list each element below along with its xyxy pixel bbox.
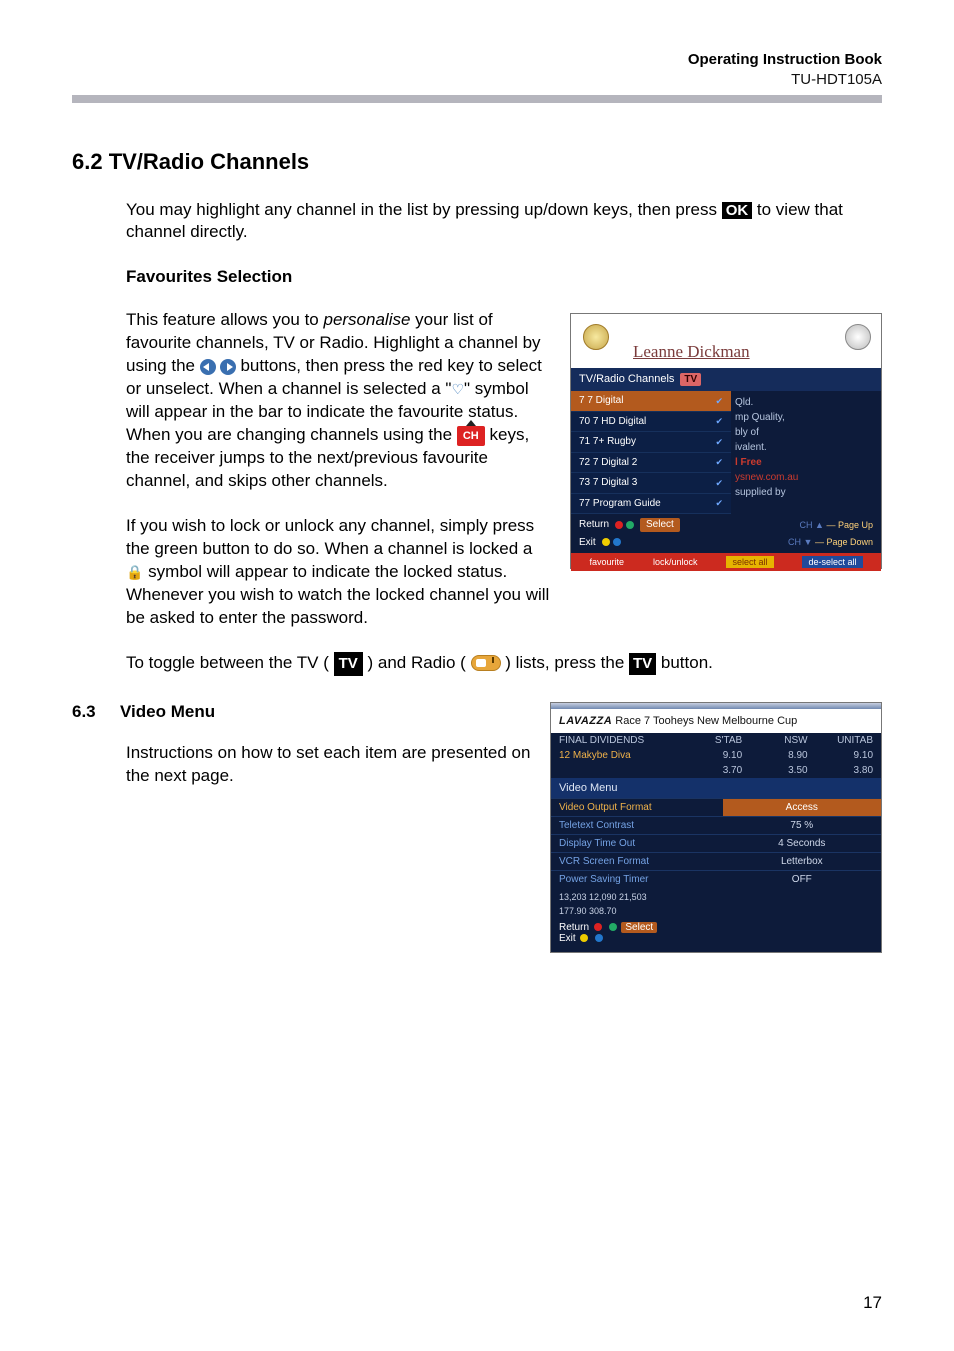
sec62-intro: You may highlight any channel in the lis… [126, 199, 882, 245]
video-menu-table: Video Output FormatAccess Teletext Contr… [551, 798, 881, 888]
section-6-2-heading: 6.2 TV/Radio Channels [72, 149, 882, 175]
favourites-subheading: Favourites Selection [126, 266, 882, 289]
menu-row: Display Time Out4 Seconds [551, 834, 881, 852]
return-label: Return [579, 518, 609, 532]
section-6-3-heading: 6.3Video Menu [72, 702, 534, 722]
dividends-row: 3.70 3.50 3.80 [551, 763, 881, 778]
nav-hints: CH ▼ — Page Down [788, 536, 873, 548]
sec63-para: Instructions on how to set each item are… [126, 742, 534, 788]
medal-icon [583, 324, 609, 350]
radio-icon [471, 655, 501, 671]
sec-title: Video Menu [120, 702, 215, 721]
globe-icon [845, 324, 871, 350]
footer-numbers-2: 177.90 308.70 [551, 906, 881, 920]
channel-row: 73 7 Digital 3✔ [571, 473, 731, 494]
footer-numbers: 13,203 12,090 21,503 [551, 888, 881, 906]
txt: If you wish to lock or unlock any channe… [126, 516, 534, 558]
blue-dot-icon [595, 934, 603, 942]
fav-tick-icon: ✔ [715, 497, 723, 509]
toggle-para: To toggle between the TV ( TV ) and Radi… [126, 652, 882, 676]
channel-row: 7 7 Digital✔ [571, 391, 731, 412]
tv-radio-channels-screenshot: Leanne Dickman TV/Radio Channels TV 7 7 … [570, 313, 882, 569]
lock-icon: 🔒 [126, 564, 143, 580]
select-pill: Select [640, 518, 680, 532]
header-model: TU-HDT105A [791, 71, 882, 88]
left-right-keys-icon [200, 359, 236, 375]
fav-tick-icon: ✔ [715, 415, 723, 427]
txt: ) lists, press the [501, 653, 629, 672]
txt: To toggle between the TV ( [126, 653, 334, 672]
channel-row: 77 Program Guide✔ [571, 494, 731, 515]
blue-dot-icon [613, 538, 621, 546]
red-dot-icon [594, 923, 602, 931]
menu-row: VCR Screen FormatLetterbox [551, 852, 881, 870]
txt-em: personalise [323, 310, 410, 329]
menu-row: Video Output FormatAccess [551, 798, 881, 816]
tv-key-icon: TV [334, 652, 363, 676]
dividends-row: 12 Makybe Diva 9.10 8.90 9.10 [551, 748, 881, 763]
yellow-dot-icon [580, 934, 588, 942]
exit-label: Exit [579, 536, 596, 550]
header-rule [72, 95, 882, 103]
dividends-header: FINAL DIVIDENDS S'TAB NSW UNITAB [551, 733, 881, 748]
nav-footer: Return Select Exit [551, 920, 881, 952]
menu-row: Teletext Contrast75 % [551, 816, 881, 834]
txt: symbol will appear to indicate the locke… [126, 562, 549, 627]
fav-tick-icon: ✔ [715, 456, 723, 468]
heart-icon: ♡ [451, 381, 464, 397]
video-menu-screenshot: LAVAZZA Race 7 Tooheys New Melbourne Cup… [550, 702, 882, 953]
channel-row: 72 7 Digital 2✔ [571, 453, 731, 474]
header-book: Operating Instruction Book [688, 51, 882, 68]
channel-list: 7 7 Digital✔ 70 7 HD Digital✔ 71 7+ Rugb… [571, 391, 731, 514]
channel-row: 71 7+ Rugby✔ [571, 432, 731, 453]
video-menu-title: Video Menu [551, 778, 881, 798]
txt: ) and Radio ( [363, 653, 471, 672]
red-dot-icon [615, 521, 623, 529]
page-number: 17 [863, 1293, 882, 1313]
menu-row: Power Saving TimerOFF [551, 870, 881, 888]
sec-num: 6.3 [72, 702, 120, 722]
nav-hints: CH ▲ — Page Up [800, 519, 873, 531]
fav-tick-icon: ✔ [715, 477, 723, 489]
colour-key-footer: favourite lock/unlock select all de-sele… [571, 553, 881, 571]
tv-key-icon: TV [629, 653, 656, 675]
profile-name: Leanne Dickman [633, 341, 750, 364]
preview-text: Qld. mp Quality, bly of ivalent. l Free … [731, 391, 881, 514]
channel-row: 70 7 HD Digital✔ [571, 412, 731, 433]
tv-tag: TV [680, 373, 701, 387]
ok-key-icon: OK [722, 202, 753, 219]
green-dot-icon [609, 923, 617, 931]
txt: button. [656, 653, 713, 672]
channels-bar-label: TV/Radio Channels [579, 372, 674, 387]
page-header: Operating Instruction Book TU-HDT105A [72, 50, 882, 91]
fav-tick-icon: ✔ [715, 436, 723, 448]
fav-tick-icon: ✔ [715, 395, 723, 407]
yellow-dot-icon [602, 538, 610, 546]
green-dot-icon [626, 521, 634, 529]
race-breadcrumb: LAVAZZA Race 7 Tooheys New Melbourne Cup [551, 709, 881, 733]
txt: This feature allows you to [126, 310, 323, 329]
ch-key-icon: CH [457, 426, 485, 446]
txt: You may highlight any channel in the lis… [126, 200, 722, 219]
